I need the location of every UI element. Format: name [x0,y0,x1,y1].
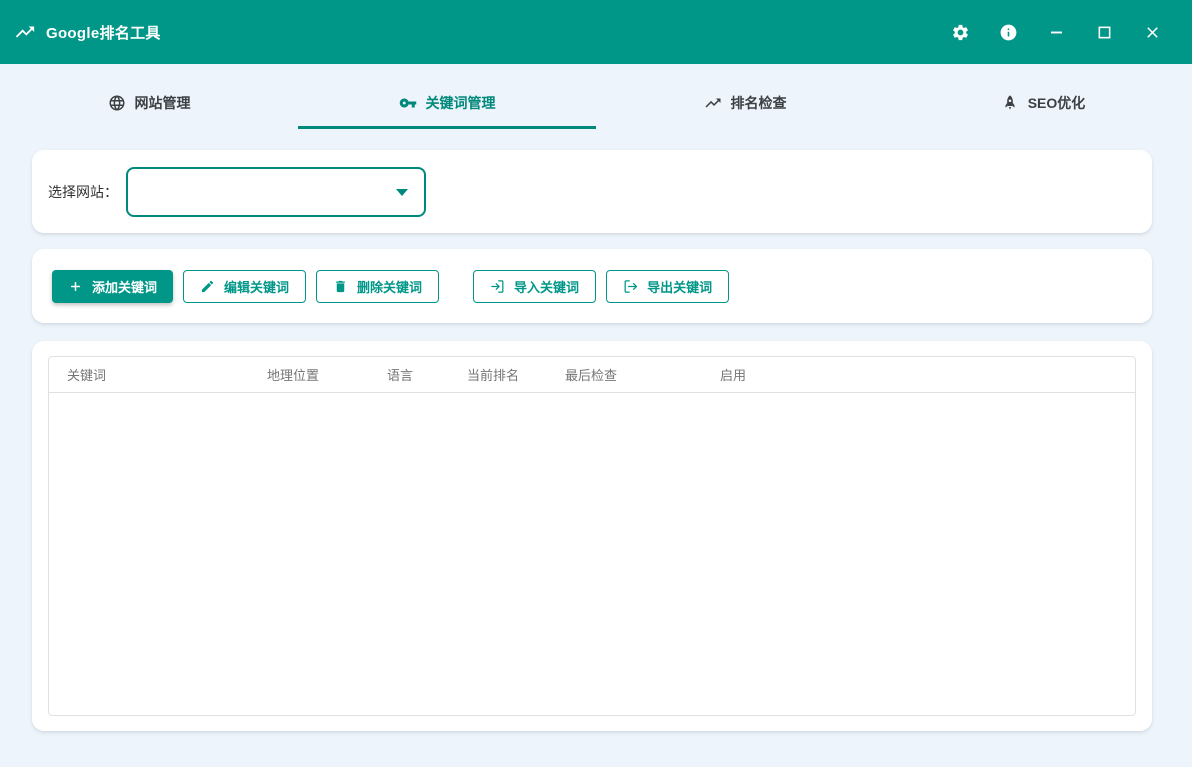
tab-label: SEO优化 [1028,93,1086,113]
tab-label: 排名检查 [731,93,787,113]
tab-seo-optimization[interactable]: SEO优化 [894,64,1192,129]
import-keyword-label: 导入关键词 [514,277,579,296]
column-header-last-check: 最后检查 [547,365,702,384]
table-header-row: 关键词 地理位置 语言 当前排名 最后检查 启用 [49,357,1135,393]
delete-keyword-button[interactable]: 删除关键词 [316,270,439,303]
import-icon [490,279,505,294]
edit-keyword-label: 编辑关键词 [224,277,289,296]
app-brand: Google排名工具 [14,21,161,43]
add-keyword-label: 添加关键词 [92,277,157,296]
table-body-empty [49,393,1135,715]
export-icon [623,279,638,294]
column-header-enabled: 启用 [702,365,1135,384]
chevron-down-icon [396,189,408,196]
export-keyword-button[interactable]: 导出关键词 [606,270,729,303]
trending-up-icon [14,21,36,43]
info-button[interactable] [998,22,1018,42]
pencil-icon [200,279,215,294]
maximize-button[interactable] [1094,22,1114,42]
rocket-icon [1001,94,1019,112]
maximize-icon [1095,23,1114,42]
minimize-icon [1047,23,1066,42]
tab-label: 关键词管理 [426,93,496,113]
keyword-table-card: 关键词 地理位置 语言 当前排名 最后检查 启用 [32,341,1152,731]
keyword-toolbar-card: 添加关键词 编辑关键词 删除关键词 导入关键词 [32,249,1152,323]
trending-up-icon [704,94,722,112]
import-keyword-button[interactable]: 导入关键词 [473,270,596,303]
plus-icon [68,279,83,294]
close-icon [1143,23,1162,42]
column-header-current-rank: 当前排名 [449,365,547,384]
settings-button[interactable] [950,22,970,42]
column-header-location: 地理位置 [249,365,369,384]
tab-keyword-management[interactable]: 关键词管理 [298,64,596,129]
info-icon [999,23,1018,42]
export-keyword-label: 导出关键词 [647,277,712,296]
site-select-dropdown[interactable] [126,167,426,217]
add-keyword-button[interactable]: 添加关键词 [52,270,173,303]
main-tabs: 网站管理 关键词管理 排名检查 SEO优化 [0,64,1192,129]
tab-label: 网站管理 [135,93,191,113]
close-button[interactable] [1142,22,1162,42]
titlebar: Google排名工具 [0,0,1192,64]
globe-icon [108,94,126,112]
trash-icon [333,279,348,294]
tab-rank-check[interactable]: 排名检查 [596,64,894,129]
key-icon [399,94,417,112]
app-title: Google排名工具 [46,22,161,43]
settings-gear-icon [951,23,970,42]
column-header-language: 语言 [369,365,449,384]
minimize-button[interactable] [1046,22,1066,42]
window-controls [950,22,1162,42]
tab-site-management[interactable]: 网站管理 [0,64,298,129]
delete-keyword-label: 删除关键词 [357,277,422,296]
site-selector-label: 选择网站： [48,182,118,202]
edit-keyword-button[interactable]: 编辑关键词 [183,270,306,303]
main-content: 选择网站： 添加关键词 编辑关键词 删除关键词 [0,129,1192,731]
keyword-table: 关键词 地理位置 语言 当前排名 最后检查 启用 [48,356,1136,716]
site-selector-card: 选择网站： [32,150,1152,233]
column-header-keyword: 关键词 [49,365,249,384]
